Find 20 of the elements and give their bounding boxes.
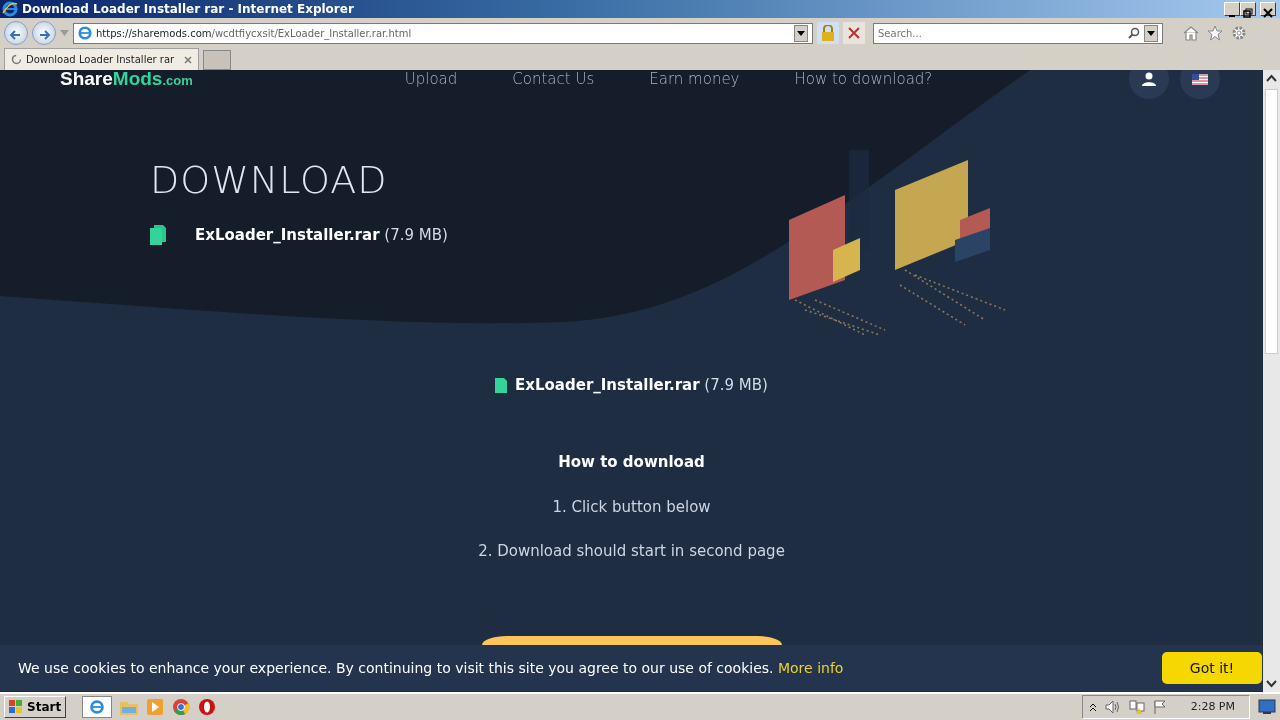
accept-cookies-button[interactable]: Got it! [1162,652,1262,684]
page-heading: DOWNLOAD [150,157,389,204]
file-name: ExLoader_Installer.rar (7.9 MB) [515,375,768,396]
nav-link[interactable]: Earn money [649,70,740,91]
browser-tab[interactable]: Download Loader Installer rar [4,48,199,70]
nav-link[interactable]: Upload [404,70,458,91]
search-field[interactable]: Search... [873,22,1163,44]
more-info-link[interactable]: More info [777,659,844,676]
address-field[interactable]: https://sharemods.com/wcdtfiycxsit/ExLoader_Installer.rar.html [73,22,813,44]
start-button[interactable]: Start [4,696,67,718]
instructions-heading: How to download [558,452,705,473]
file-name: ExLoader_Installer.rar (7.9 MB) [195,225,448,246]
cookie-notice: We use cookies to enhance your experience. By continuing to visit this site you agree to our use of cookies. More info [18,658,844,678]
site-logo[interactable]: ShareMods.com [60,70,193,94]
nav-link[interactable]: How to download? [794,70,933,91]
window-title: Download Loader Installer rar - Internet Explorer [22,1,354,18]
instruction-step: 2. Download should start in second page [478,539,785,563]
nav-link[interactable]: Contact Us [512,70,595,91]
clock[interactable]: 2:28 PM [1190,698,1235,716]
instruction-step: 1. Click button below [478,495,785,519]
